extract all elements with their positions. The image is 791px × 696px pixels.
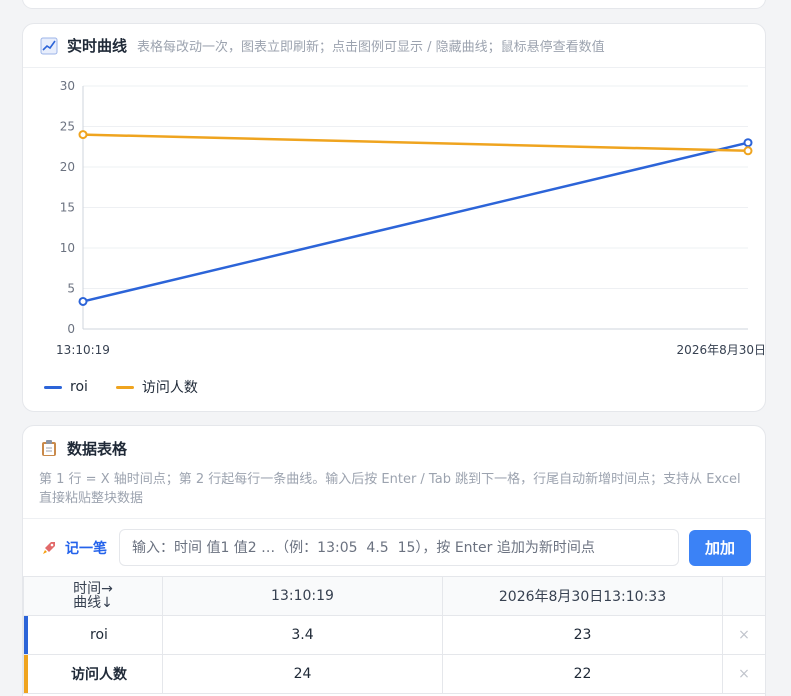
quick-add-input[interactable]	[119, 529, 679, 566]
x-tick-label: 2026年8月30日	[677, 343, 766, 357]
series-color-bar	[24, 655, 28, 693]
delete-row-button[interactable]: ×	[722, 654, 765, 694]
series-color-bar	[24, 616, 28, 654]
y-tick-label: 10	[60, 241, 75, 255]
series-line[interactable]	[82, 133, 749, 153]
value-cell[interactable]: 3.4	[162, 615, 443, 655]
data-point[interactable]	[78, 130, 88, 140]
data-point[interactable]	[78, 296, 88, 306]
chart-increasing-icon	[39, 36, 59, 56]
chart-header: 实时曲线 表格每改动一次，图表立即刷新；点击图例可显示 / 隐藏曲线；鼠标悬停查…	[23, 24, 765, 68]
y-tick-label: 5	[67, 282, 75, 296]
table-description: 第 1 行 = X 轴时间点；第 2 行起每行一条曲线。输入后按 Enter /…	[39, 472, 741, 506]
table-header: 数据表格	[23, 426, 765, 470]
chart-title: 实时曲线	[67, 37, 128, 55]
chart-legend: roi 访问人数	[44, 377, 226, 397]
line-chart[interactable]: 0 5 10 15 20 25 30 13:10:19 2026年8月30日	[23, 68, 766, 368]
legend-label: roi	[70, 379, 88, 395]
delete-row-button[interactable]: ×	[722, 615, 765, 655]
row-name: roi	[90, 627, 108, 643]
legend-label: 访问人数	[141, 380, 198, 396]
corner-header-text: 时间→ 曲线↓	[73, 581, 113, 611]
table-row: roi 3.4 23 ×	[23, 615, 765, 655]
quick-add-bar: 记一笔 加加	[23, 518, 765, 576]
rocket-icon	[39, 538, 59, 558]
column-header[interactable]: 2026年8月30日13:10:33	[442, 576, 723, 616]
y-tick-label: 25	[60, 120, 75, 134]
data-point[interactable]	[743, 138, 753, 148]
quick-add-label-text: 记一笔	[65, 540, 107, 557]
value-cell[interactable]: 22	[442, 654, 723, 694]
legend-item[interactable]: roi	[44, 379, 88, 395]
data-point[interactable]	[743, 146, 753, 156]
row-name: 访问人数	[71, 667, 127, 683]
y-tick-label: 20	[60, 160, 75, 174]
y-tick-label: 0	[67, 322, 75, 336]
value-cell[interactable]: 24	[162, 654, 443, 694]
table-title: 数据表格	[67, 439, 128, 458]
table-card: 数据表格 第 1 行 = X 轴时间点；第 2 行起每行一条曲线。输入后按 En…	[22, 425, 766, 696]
row-name-cell[interactable]: roi	[23, 615, 163, 655]
y-tick-label: 15	[60, 201, 75, 215]
legend-item[interactable]: 访问人数	[115, 377, 198, 397]
y-tick-label: 30	[60, 79, 75, 93]
value-cell[interactable]: 23	[442, 615, 723, 655]
table-header-row: 时间→ 曲线↓ 13:10:19 2026年8月30日13:10:33	[23, 576, 765, 616]
data-table: 时间→ 曲线↓ 13:10:19 2026年8月30日13:10:33 roi 3…	[23, 576, 765, 694]
column-header-empty	[722, 576, 765, 616]
chart-card: 实时曲线 表格每改动一次，图表立即刷新；点击图例可显示 / 隐藏曲线；鼠标悬停查…	[22, 23, 766, 412]
quick-add-label: 记一笔	[39, 538, 119, 558]
chart-subtitle: 表格每改动一次，图表立即刷新；点击图例可显示 / 隐藏曲线；鼠标悬停查看数值	[137, 40, 605, 55]
clipboard-icon	[39, 438, 59, 458]
corner-header: 时间→ 曲线↓	[23, 576, 163, 616]
column-header[interactable]: 13:10:19	[162, 576, 443, 616]
row-name-cell[interactable]: 访问人数	[23, 654, 163, 694]
legend-swatch	[44, 385, 62, 389]
x-tick-label: 13:10:19	[56, 343, 110, 357]
legend-swatch	[115, 385, 134, 389]
top-card	[22, 0, 766, 9]
table-row: 访问人数 24 22 ×	[23, 654, 765, 694]
add-button[interactable]: 加加	[689, 529, 751, 566]
